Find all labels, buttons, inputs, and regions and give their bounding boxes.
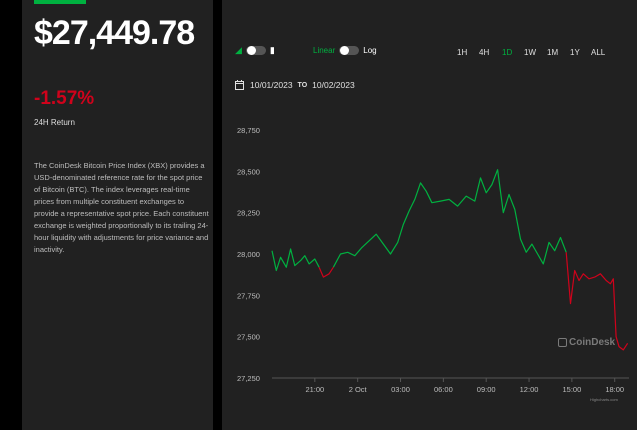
timeframe-4h[interactable]: 4H: [479, 48, 489, 57]
date-to-separator: TO: [297, 81, 308, 89]
date-to[interactable]: 10/02/2023: [312, 80, 355, 90]
x-tick-label: 21:00: [305, 385, 324, 394]
timeframe-1w[interactable]: 1W: [524, 48, 536, 57]
timeframe-all[interactable]: ALL: [591, 48, 605, 57]
chart-credit: Highcharts.com: [590, 397, 618, 402]
price-chart[interactable]: 28,750 28,500 28,250 28,000 27,750 27,500 27,2…: [222, 120, 637, 400]
price-panel: $27,449.78 -1.57% 24H Return The CoinDes…: [22, 0, 213, 430]
scale-toggle[interactable]: Linear Log: [313, 45, 377, 56]
current-price: $27,449.78: [34, 14, 195, 52]
coindesk-logo: CoinDesk: [558, 337, 615, 348]
chart-type-switch[interactable]: [245, 46, 266, 55]
bar-chart-icon[interactable]: ▮: [270, 45, 275, 56]
price-series-segment-0: [271, 248, 320, 272]
y-tick-label: 27,750: [237, 291, 260, 300]
logo-mark-icon: [558, 338, 567, 347]
x-tick-label: 2 Oct: [349, 385, 368, 394]
scale-linear-label[interactable]: Linear: [313, 46, 335, 55]
y-tick-label: 27,500: [237, 333, 260, 342]
y-tick-label: 27,250: [237, 374, 260, 383]
price-change: -1.57%: [34, 88, 95, 109]
area-chart-icon[interactable]: ◢: [235, 45, 242, 56]
x-tick-label: 18:00: [605, 385, 624, 394]
calendar-icon[interactable]: [235, 80, 244, 90]
accent-bar: [34, 0, 86, 4]
scale-switch[interactable]: [339, 46, 360, 55]
index-description: The CoinDesk Bitcoin Price Index (XBX) p…: [34, 161, 209, 254]
date-from[interactable]: 10/01/2023: [250, 80, 293, 90]
x-tick-label: 03:00: [391, 385, 410, 394]
price-series-segment-1: [318, 266, 334, 278]
price-series-segment-2: [332, 169, 567, 268]
timeframe-1d[interactable]: 1D: [502, 48, 512, 57]
logo-text: CoinDesk: [569, 337, 616, 348]
timeframe-1m[interactable]: 1M: [547, 48, 558, 57]
price-series-segment-3: [565, 252, 629, 351]
chart-type-toggle[interactable]: ◢ ▮: [235, 45, 275, 56]
y-tick-label: 28,000: [237, 250, 260, 259]
x-tick-label: 12:00: [520, 385, 539, 394]
timeframe-1y[interactable]: 1Y: [570, 48, 580, 57]
scale-log-label[interactable]: Log: [363, 46, 376, 55]
x-tick-label: 15:00: [562, 385, 581, 394]
y-tick-label: 28,250: [237, 209, 260, 218]
y-tick-label: 28,500: [237, 167, 260, 176]
return-label: 24H Return: [34, 118, 75, 127]
x-tick-label: 06:00: [434, 385, 453, 394]
date-range[interactable]: 10/01/2023 TO 10/02/2023: [235, 80, 355, 90]
timeframe-1h[interactable]: 1H: [457, 48, 467, 57]
x-tick-label: 09:00: [477, 385, 496, 394]
y-tick-label: 28,750: [237, 126, 260, 135]
